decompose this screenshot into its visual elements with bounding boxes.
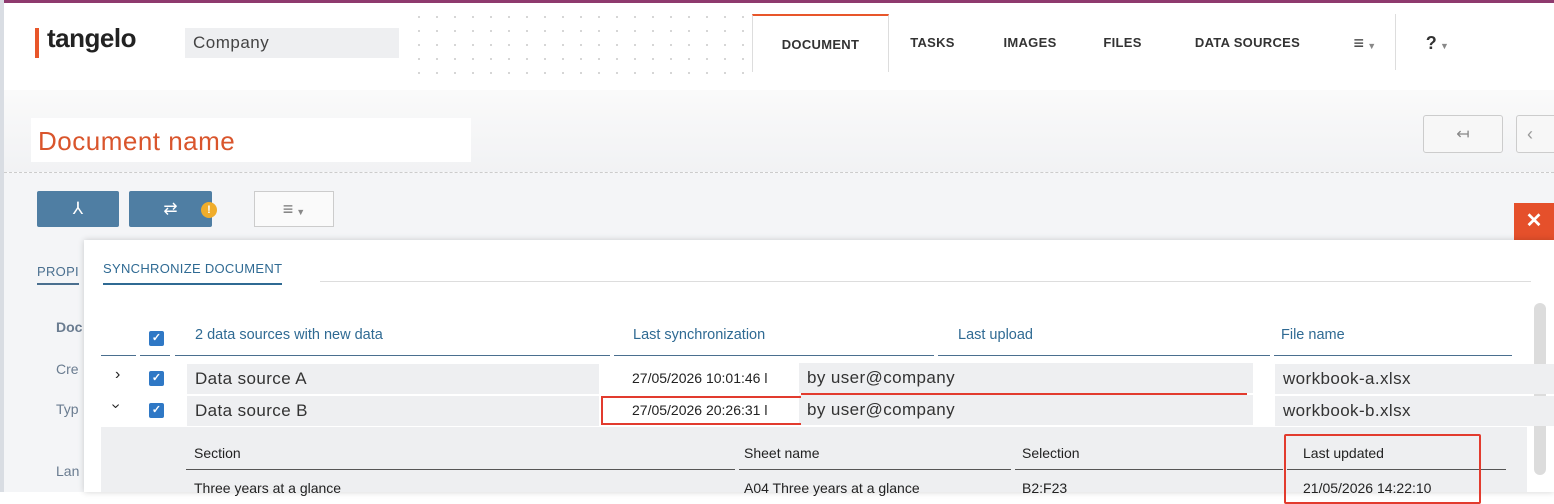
property-label: Lan: [56, 463, 80, 479]
warning-icon: !: [201, 202, 217, 218]
file-name-value: workbook-a.xlsx: [1275, 364, 1554, 394]
subheader-underline: [186, 469, 735, 470]
pdf-icon: ⅄: [72, 199, 84, 218]
last-upload-value: by user@company: [799, 395, 1253, 425]
company-selector[interactable]: Company: [185, 28, 399, 58]
subcolumn-header-section: Section: [194, 445, 241, 461]
chevron-down-icon: ▼: [296, 207, 306, 217]
header-underline: [614, 355, 934, 356]
pdf-export-button[interactable]: ⅄: [37, 191, 119, 227]
property-label: Doc: [56, 319, 83, 335]
subcolumn-header-selection: Selection: [1022, 445, 1080, 461]
back-arrow-icon: ↤: [1456, 126, 1470, 143]
selection-value: B2:F23: [1022, 480, 1068, 496]
last-upload-value: by user@company: [799, 363, 1253, 393]
tab-files[interactable]: FILES: [1085, 14, 1160, 70]
file-name-value: workbook-b.xlsx: [1275, 396, 1554, 426]
chevron-down-icon: ▼: [1440, 41, 1450, 51]
hamburger-icon: ≡: [1353, 33, 1365, 53]
tab-tasks[interactable]: TASKS: [890, 14, 975, 70]
subheader-underline: [1015, 469, 1283, 470]
header-underline: [1274, 355, 1512, 356]
row-checkbox[interactable]: ✓: [149, 403, 164, 418]
column-header-last-sync: Last synchronization: [633, 327, 766, 343]
hamburger-icon: ≡: [282, 199, 294, 219]
actions-menu-button[interactable]: ≡ ▼: [254, 191, 334, 227]
select-all-checkbox[interactable]: ✓: [149, 331, 164, 346]
highlight-underline: [801, 393, 1247, 395]
document-name-field[interactable]: Document name: [31, 118, 471, 162]
column-header-file-name: File name: [1281, 327, 1345, 343]
sheet-name-value: A04 Three years at a glance: [744, 480, 920, 496]
logo-accent-bar: [35, 28, 39, 58]
header-underline: [140, 355, 170, 356]
tab-images[interactable]: IMAGES: [980, 14, 1080, 70]
tab-divider: [320, 281, 1531, 282]
section-value: Three years at a glance: [194, 480, 342, 496]
column-header-last-upload: Last upload: [958, 327, 1033, 343]
header-underline: [175, 355, 610, 356]
subcolumn-header-sheet: Sheet name: [744, 445, 820, 461]
highlight-box: [1284, 434, 1481, 504]
header-underline: [938, 355, 1270, 356]
column-header-sources: 2 data sources with new data: [195, 327, 383, 343]
sync-icon: ⇄: [163, 199, 178, 218]
chevron-down-icon: ▼: [1367, 41, 1377, 51]
help-dropdown[interactable]: ? ▼: [1400, 14, 1475, 70]
previous-button[interactable]: ‹: [1516, 115, 1554, 153]
subheader-underline: [739, 469, 1011, 470]
chevron-down-icon[interactable]: ›: [107, 403, 125, 408]
tab-data-sources[interactable]: DATA SOURCES: [1165, 14, 1330, 70]
header-underline: [101, 355, 136, 356]
highlight-box: [601, 396, 801, 425]
help-icon: ?: [1425, 33, 1438, 53]
row-checkbox[interactable]: ✓: [149, 371, 164, 386]
tab-document[interactable]: DOCUMENT: [752, 14, 889, 72]
chevron-left-icon: ‹: [1527, 124, 1533, 144]
tab-synchronize-document[interactable]: SYNCHRONIZE DOCUMENT: [103, 261, 283, 285]
last-sync-value: 27/05/2026 10:01:46 l: [632, 370, 768, 386]
tab-properties[interactable]: PROPI: [37, 264, 79, 285]
chevron-right-icon[interactable]: ›: [115, 366, 120, 384]
back-button[interactable]: ↤: [1423, 115, 1503, 153]
property-label: Cre: [56, 361, 79, 377]
dotted-pattern-background: [410, 10, 750, 75]
close-icon: ✕: [1525, 210, 1543, 232]
property-label: Typ: [56, 401, 79, 417]
close-button[interactable]: ✕: [1514, 203, 1554, 240]
data-source-name: Data source B: [187, 396, 599, 426]
main-menu-dropdown[interactable]: ≡ ▼: [1335, 14, 1396, 70]
tangelo-logo[interactable]: tangelo: [47, 23, 136, 54]
synchronize-button[interactable]: ⇄: [129, 191, 212, 227]
data-source-name: Data source A: [187, 364, 599, 394]
